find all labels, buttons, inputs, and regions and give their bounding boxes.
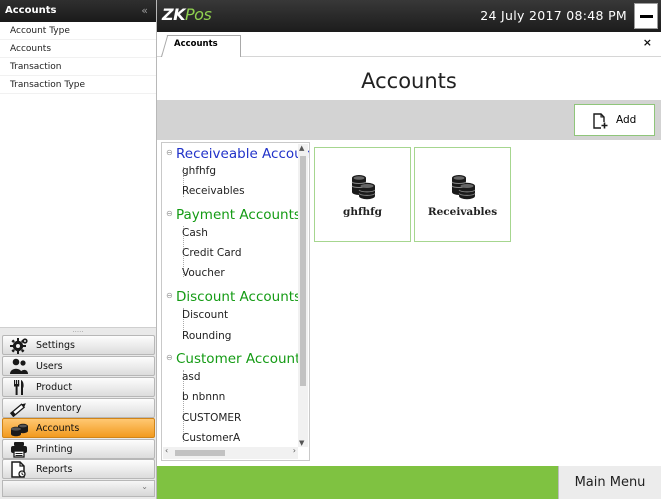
top-bar: ZKPos 24 July 2017 08:48 PM bbox=[157, 0, 661, 32]
nav-printing-button[interactable]: Printing bbox=[2, 439, 155, 459]
tab-strip: Accounts × bbox=[157, 32, 661, 57]
tree-node-icon: ⊖ bbox=[166, 353, 173, 362]
add-document-icon bbox=[593, 113, 608, 129]
pencil-icon bbox=[9, 403, 26, 417]
tree-item[interactable]: Rounding bbox=[182, 330, 231, 342]
panel-title: Accounts bbox=[5, 5, 57, 16]
tree-group-discount[interactable]: ⊖ Discount Accounts bbox=[166, 289, 301, 305]
tree-node-icon: ⊖ bbox=[166, 291, 173, 300]
tree-group-customer[interactable]: ⊖ Customer Accounts bbox=[166, 351, 307, 367]
tree-group-label: Customer Accounts bbox=[176, 351, 308, 367]
scroll-thumb[interactable] bbox=[300, 156, 306, 386]
tree-item[interactable]: ghfhfg bbox=[182, 165, 216, 177]
nav-footer: ⌄ bbox=[2, 480, 155, 497]
minimize-button[interactable] bbox=[634, 3, 658, 29]
close-tab-icon[interactable]: × bbox=[643, 36, 652, 49]
coins-icon bbox=[11, 423, 28, 437]
tab-label: Accounts bbox=[174, 39, 218, 49]
nav-users-label: Users bbox=[36, 361, 63, 372]
tree-group-label: Receiveable Accounts bbox=[176, 146, 310, 162]
users-icon bbox=[10, 358, 28, 374]
main-menu-button[interactable]: Main Menu bbox=[558, 466, 661, 499]
coins-stack-icon bbox=[351, 175, 376, 200]
tile-label: ghfhfg bbox=[343, 206, 382, 218]
scroll-down-icon[interactable]: ▼ bbox=[299, 439, 304, 447]
scroll-thumb[interactable] bbox=[175, 450, 225, 456]
printer-icon bbox=[11, 442, 27, 458]
coins-stack-icon bbox=[451, 175, 476, 200]
tree-item[interactable]: Cash bbox=[182, 227, 208, 239]
chevron-down-icon[interactable]: ⌄ bbox=[141, 482, 148, 491]
tree-item[interactable]: Credit Card bbox=[182, 247, 241, 259]
nav-users-button[interactable]: Users bbox=[2, 356, 155, 376]
submenu-item-account-type[interactable]: Account Type bbox=[0, 22, 156, 40]
page-title: Accounts bbox=[361, 69, 457, 93]
submenu-item-transaction-type[interactable]: Transaction Type bbox=[0, 76, 156, 94]
nav-settings-button[interactable]: Settings bbox=[2, 335, 155, 355]
account-tile[interactable]: Receivables bbox=[414, 147, 511, 242]
submenu-item-accounts[interactable]: Accounts bbox=[0, 40, 156, 58]
nav-product-label: Product bbox=[36, 382, 73, 393]
tree-item[interactable]: Discount bbox=[182, 309, 228, 321]
nav-product-button[interactable]: Product bbox=[2, 377, 155, 397]
logo-pos: Pos bbox=[185, 5, 212, 24]
scroll-up-icon[interactable]: ▲ bbox=[299, 144, 304, 152]
minimize-icon bbox=[640, 15, 653, 18]
panel-header: Accounts « bbox=[0, 0, 156, 22]
nav-reports-label: Reports bbox=[36, 464, 73, 475]
tree-item[interactable]: b nbnnn bbox=[182, 391, 225, 403]
gear-icon bbox=[10, 338, 28, 354]
app-logo: ZKPos bbox=[162, 5, 212, 24]
tree-item[interactable]: CUSTOMER bbox=[182, 412, 241, 424]
tree-item[interactable]: asd bbox=[182, 371, 201, 383]
tree-vertical-scrollbar[interactable]: ▲ ▼ bbox=[298, 144, 308, 447]
tree-group-label: Discount Accounts bbox=[176, 289, 302, 305]
scroll-left-icon[interactable]: ‹ bbox=[165, 446, 168, 455]
add-label: Add bbox=[616, 114, 637, 126]
submenu-item-transaction[interactable]: Transaction bbox=[0, 58, 156, 76]
tree-item[interactable]: CustomerA bbox=[182, 432, 240, 444]
date-time: 24 July 2017 08:48 PM bbox=[480, 8, 627, 23]
collapse-icon[interactable]: « bbox=[141, 0, 148, 22]
logo-zk: ZK bbox=[162, 5, 186, 24]
nav-printing-label: Printing bbox=[36, 444, 73, 455]
sub-menu: Account Type Accounts Transaction Transa… bbox=[0, 22, 156, 328]
tree-node-icon: ⊖ bbox=[166, 209, 173, 218]
tree-horizontal-scrollbar[interactable]: ‹ › bbox=[163, 446, 298, 459]
tile-label: Receivables bbox=[427, 206, 498, 218]
account-tile[interactable]: ghfhfg bbox=[314, 147, 411, 242]
tree-item[interactable]: Voucher bbox=[182, 267, 225, 279]
bottom-bar: Main Menu bbox=[157, 466, 661, 499]
nav-settings-label: Settings bbox=[36, 340, 75, 351]
scroll-right-icon[interactable]: › bbox=[293, 446, 296, 455]
nav-reports-button[interactable]: Reports bbox=[2, 459, 155, 479]
tree-group-payment[interactable]: ⊖ Payment Accounts bbox=[166, 207, 301, 223]
left-nav-panel: Accounts « Account Type Accounts Transac… bbox=[0, 0, 157, 499]
tree-group-receiveable[interactable]: ⊖ Receiveable Accounts bbox=[166, 146, 310, 162]
nav-inventory-label: Inventory bbox=[36, 403, 82, 414]
action-bar: Add bbox=[157, 100, 661, 140]
report-icon bbox=[11, 461, 26, 478]
tree-node-icon: ⊖ bbox=[166, 148, 173, 157]
nav-accounts-label: Accounts bbox=[36, 423, 80, 434]
tab-accounts[interactable]: Accounts bbox=[161, 35, 241, 57]
cutlery-icon bbox=[14, 380, 24, 395]
add-button[interactable]: Add bbox=[574, 104, 655, 136]
nav-inventory-button[interactable]: Inventory bbox=[2, 398, 155, 418]
tree-group-label: Payment Accounts bbox=[176, 207, 301, 223]
tree-item[interactable]: Receivables bbox=[182, 185, 245, 197]
app-window: Accounts « Account Type Accounts Transac… bbox=[0, 0, 661, 499]
panel-splitter[interactable]: ..... bbox=[0, 327, 156, 334]
account-tree[interactable]: ⊖ Receiveable Accounts ghfhfg Receivables… bbox=[161, 142, 310, 461]
nav-accounts-button[interactable]: Accounts bbox=[2, 418, 155, 438]
